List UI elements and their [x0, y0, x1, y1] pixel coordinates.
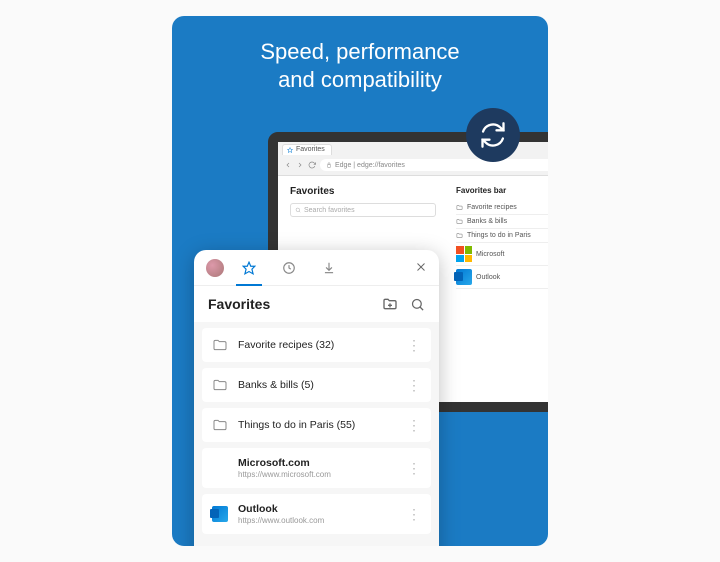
- list-item[interactable]: Favorite recipes (32) ⋮: [202, 328, 431, 362]
- item-url: https://www.outlook.com: [238, 516, 397, 526]
- list-item[interactable]: Banks & bills (5) ⋮: [202, 368, 431, 402]
- microsoft-icon: [456, 246, 472, 262]
- folder-icon: [456, 204, 463, 211]
- folder-icon: [456, 232, 463, 239]
- sidebar-item[interactable]: Microsoft: [456, 243, 548, 266]
- tab-favorites[interactable]: [234, 250, 264, 285]
- sidebar-item-label: Favorite recipes: [467, 204, 517, 211]
- outlook-icon: [456, 269, 472, 285]
- sidebar-item[interactable]: Banks & bills: [456, 215, 548, 229]
- item-url: https://www.microsoft.com: [238, 470, 397, 480]
- more-button[interactable]: ⋮: [407, 337, 421, 354]
- tab-downloads[interactable]: [314, 250, 344, 285]
- item-label: Outlook: [238, 503, 397, 516]
- sidebar-item-label: Microsoft: [476, 251, 504, 258]
- sidebar-item-label: Outlook: [476, 274, 500, 281]
- list-item[interactable]: Outlook https://www.outlook.com ⋮: [202, 494, 431, 534]
- lock-icon: [326, 162, 332, 168]
- refresh-icon[interactable]: [308, 161, 316, 169]
- sidebar-item-label: Things to do in Paris: [467, 232, 531, 239]
- sidebar-item-label: Banks & bills: [467, 218, 507, 225]
- search-icon[interactable]: [410, 297, 425, 312]
- list-item[interactable]: Microsoft.com https://www.microsoft.com …: [202, 448, 431, 488]
- folder-icon: [212, 417, 228, 433]
- avatar[interactable]: [206, 259, 224, 277]
- phone-mock: Favorites Favorite recipes (32) ⋮ Banks …: [194, 250, 439, 546]
- folder-icon: [212, 377, 228, 393]
- phone-tabbar: [194, 250, 439, 286]
- tab-label: Favorites: [296, 146, 325, 153]
- back-icon[interactable]: [284, 161, 292, 169]
- favorites-list: Favorite recipes (32) ⋮ Banks & bills (5…: [194, 322, 439, 546]
- headline-line2: and compatibility: [172, 66, 548, 94]
- microsoft-icon: [212, 460, 228, 476]
- favorites-title: Favorites: [290, 186, 436, 197]
- browser-addressbar: Edge | edge://favorites: [278, 156, 548, 174]
- sync-icon: [479, 121, 507, 149]
- sidebar-item[interactable]: Things to do in Paris: [456, 229, 548, 243]
- more-button[interactable]: ⋮: [407, 460, 421, 477]
- phone-header: Favorites: [194, 286, 439, 322]
- favorites-sidebar: Favorites bar Favorite recipes Banks & b…: [456, 186, 548, 289]
- item-label: Microsoft.com: [238, 457, 397, 470]
- favorites-bar-title: Favorites bar: [456, 186, 548, 195]
- headline: Speed, performance and compatibility: [172, 38, 548, 93]
- favorites-search[interactable]: Search favorites: [290, 203, 436, 217]
- browser-tab[interactable]: Favorites: [282, 144, 332, 155]
- close-button[interactable]: [415, 260, 427, 276]
- star-icon: [287, 147, 293, 153]
- favorites-title: Favorites: [208, 296, 382, 312]
- address-bar[interactable]: Edge | edge://favorites: [320, 159, 548, 171]
- sidebar-item[interactable]: Favorite recipes: [456, 201, 548, 215]
- close-icon: [415, 261, 427, 273]
- history-icon: [282, 261, 296, 275]
- item-label: Favorite recipes (32): [238, 339, 397, 352]
- forward-icon[interactable]: [296, 161, 304, 169]
- sync-badge: [466, 108, 520, 162]
- star-icon: [242, 261, 256, 275]
- sidebar-item[interactable]: Outlook: [456, 266, 548, 289]
- outlook-icon: [212, 506, 228, 522]
- promo-frame: Speed, performance and compatibility Fav…: [172, 16, 548, 546]
- more-button[interactable]: ⋮: [407, 377, 421, 394]
- item-label: Things to do in Paris (55): [238, 419, 397, 432]
- search-icon: [295, 207, 301, 213]
- item-label: Banks & bills (5): [238, 379, 397, 392]
- folder-icon: [456, 218, 463, 225]
- more-button[interactable]: ⋮: [407, 417, 421, 434]
- folder-icon: [212, 337, 228, 353]
- tab-history[interactable]: [274, 250, 304, 285]
- download-icon: [322, 261, 336, 275]
- add-folder-icon[interactable]: [382, 296, 398, 312]
- more-button[interactable]: ⋮: [407, 506, 421, 523]
- headline-line1: Speed, performance: [172, 38, 548, 66]
- search-placeholder: Search favorites: [304, 207, 355, 214]
- address-text: Edge | edge://favorites: [335, 162, 405, 169]
- list-item[interactable]: Things to do in Paris (55) ⋮: [202, 408, 431, 442]
